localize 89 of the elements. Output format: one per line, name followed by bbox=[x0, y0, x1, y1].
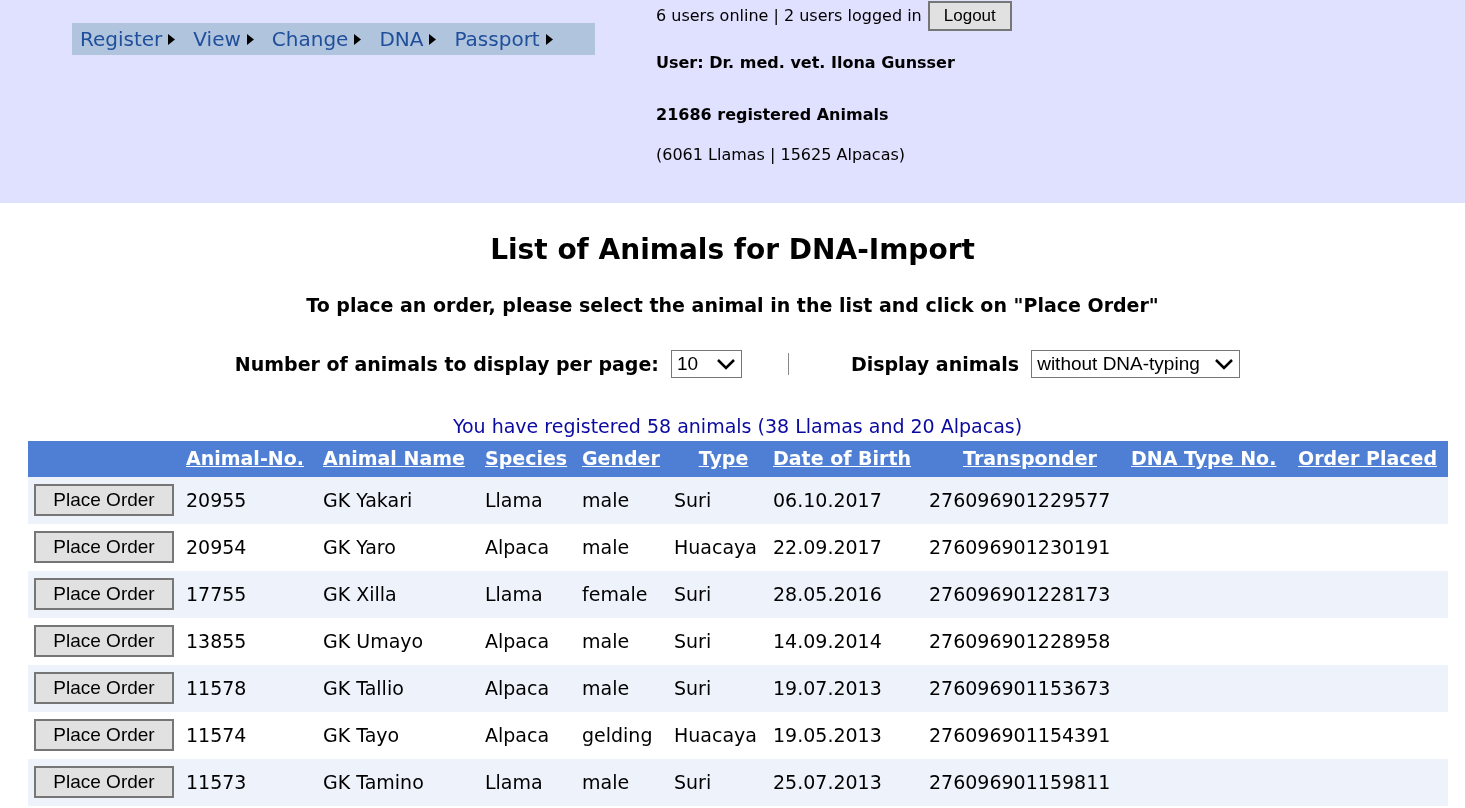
table-cell: 14.09.2014 bbox=[773, 629, 882, 652]
table-cell: Alpaca bbox=[485, 629, 550, 652]
caret-icon bbox=[354, 33, 362, 45]
table-cell: 22.09.2017 bbox=[773, 535, 882, 558]
table-cell: 28.05.2016 bbox=[773, 582, 882, 605]
table-cell: GK Yakari bbox=[323, 488, 413, 511]
table-cell: 17755 bbox=[186, 582, 247, 605]
table-cell: 11578 bbox=[186, 676, 247, 699]
table-cell: 11573 bbox=[186, 770, 247, 793]
table-cell: 276096901230191 bbox=[929, 535, 1111, 558]
nav-menu-item[interactable]: Register bbox=[80, 24, 176, 54]
user-name: User: Dr. med. vet. Ilona Gunsser bbox=[656, 52, 956, 74]
species-breakdown: (6061 Llamas | 15625 Alpacas) bbox=[656, 144, 906, 166]
nav-menu-item[interactable]: View bbox=[193, 24, 254, 54]
column-header[interactable]: Gender bbox=[582, 447, 660, 470]
online-status: 6 users online | 2 users logged in bbox=[656, 5, 922, 27]
table-cell: male bbox=[582, 770, 630, 793]
column-header[interactable]: Species bbox=[485, 447, 568, 470]
nav-menu-item[interactable]: Change bbox=[271, 24, 362, 54]
table-cell: GK Tamino bbox=[323, 770, 424, 793]
column-header[interactable]: Animal-No. bbox=[186, 447, 304, 470]
table-cell: 276096901153673 bbox=[929, 676, 1111, 699]
per-page-label: Number of animals to display per page: bbox=[234, 351, 659, 377]
table-cell: 276096901159811 bbox=[929, 770, 1111, 793]
table-cell: Alpaca bbox=[485, 535, 550, 558]
table-cell: Suri bbox=[674, 582, 712, 605]
table-cell: 276096901228173 bbox=[929, 582, 1111, 605]
table-cell: 20955 bbox=[186, 488, 247, 511]
registered-count: 21686 registered Animals bbox=[656, 104, 890, 126]
table-cell: GK Tayo bbox=[323, 723, 400, 746]
instruction-text: To place an order, please select the animal in the list and click on "Place Order" bbox=[305, 293, 1160, 318]
table-cell: Llama bbox=[485, 770, 543, 793]
column-header[interactable]: DNA Type No. bbox=[1131, 447, 1277, 470]
display-label: Display animals bbox=[850, 351, 1020, 377]
table-cell: gelding bbox=[582, 723, 653, 746]
column-header[interactable]: Order Placed bbox=[1298, 447, 1437, 470]
place-order-button[interactable]: Place Order bbox=[34, 578, 174, 610]
table-cell: Huacaya bbox=[674, 535, 757, 558]
page-title: List of Animals for DNA-Import bbox=[489, 232, 976, 268]
chevron-down-icon bbox=[715, 357, 736, 370]
table-cell: male bbox=[582, 535, 630, 558]
summary-text: You have registered 58 animals (38 Llamas and 20 Alpacas) bbox=[451, 414, 1024, 439]
column-header[interactable]: Transponder bbox=[963, 447, 1097, 470]
table-cell: GK Xilla bbox=[323, 582, 397, 605]
caret-icon bbox=[429, 33, 437, 45]
place-order-button[interactable]: Place Order bbox=[34, 484, 174, 516]
table-cell: 276096901154391 bbox=[929, 723, 1111, 746]
table-cell: Suri bbox=[674, 770, 712, 793]
table-cell: 20954 bbox=[186, 535, 247, 558]
table-cell: Alpaca bbox=[485, 676, 550, 699]
nav-menu-item[interactable]: DNA bbox=[379, 24, 437, 54]
table-cell: 19.05.2013 bbox=[773, 723, 882, 746]
table-cell: 06.10.2017 bbox=[773, 488, 882, 511]
nav-menu-item[interactable]: Passport bbox=[454, 24, 553, 54]
place-order-button[interactable]: Place Order bbox=[34, 766, 174, 798]
per-page-select[interactable]: 10 bbox=[670, 349, 742, 378]
table-cell: Suri bbox=[674, 676, 712, 699]
table-cell: Suri bbox=[674, 488, 712, 511]
column-header[interactable]: Animal Name bbox=[323, 447, 465, 470]
place-order-button[interactable]: Place Order bbox=[34, 672, 174, 704]
display-select[interactable]: without DNA-typing bbox=[1031, 349, 1241, 378]
table-cell: Llama bbox=[485, 488, 543, 511]
place-order-button[interactable]: Place Order bbox=[34, 719, 174, 751]
table-cell: 11574 bbox=[186, 723, 247, 746]
place-order-button[interactable]: Place Order bbox=[34, 531, 174, 563]
table-cell: GK Umayo bbox=[323, 629, 424, 652]
column-header[interactable]: Type bbox=[698, 447, 749, 470]
table-cell: GK Tallio bbox=[323, 676, 404, 699]
chevron-down-icon bbox=[1214, 357, 1235, 370]
table-cell: Huacaya bbox=[674, 723, 757, 746]
caret-icon bbox=[168, 33, 176, 45]
column-header[interactable]: Date of Birth bbox=[773, 447, 912, 470]
table-cell: GK Yaro bbox=[323, 535, 396, 558]
table-cell: 13855 bbox=[186, 629, 247, 652]
table-cell: Suri bbox=[674, 629, 712, 652]
table-cell: male bbox=[582, 676, 630, 699]
table-cell: 25.07.2013 bbox=[773, 770, 882, 793]
table-cell: female bbox=[582, 582, 648, 605]
table-cell: 19.07.2013 bbox=[773, 676, 882, 699]
table-cell: Alpaca bbox=[485, 723, 550, 746]
logout-button[interactable]: Logout bbox=[927, 1, 1012, 31]
caret-icon bbox=[246, 33, 254, 45]
table-cell: male bbox=[582, 488, 630, 511]
caret-icon bbox=[545, 33, 553, 45]
table-cell: 276096901229577 bbox=[929, 488, 1111, 511]
table-cell: 276096901228958 bbox=[929, 629, 1111, 652]
table-cell: male bbox=[582, 629, 630, 652]
table-cell: Llama bbox=[485, 582, 543, 605]
place-order-button[interactable]: Place Order bbox=[34, 625, 174, 657]
